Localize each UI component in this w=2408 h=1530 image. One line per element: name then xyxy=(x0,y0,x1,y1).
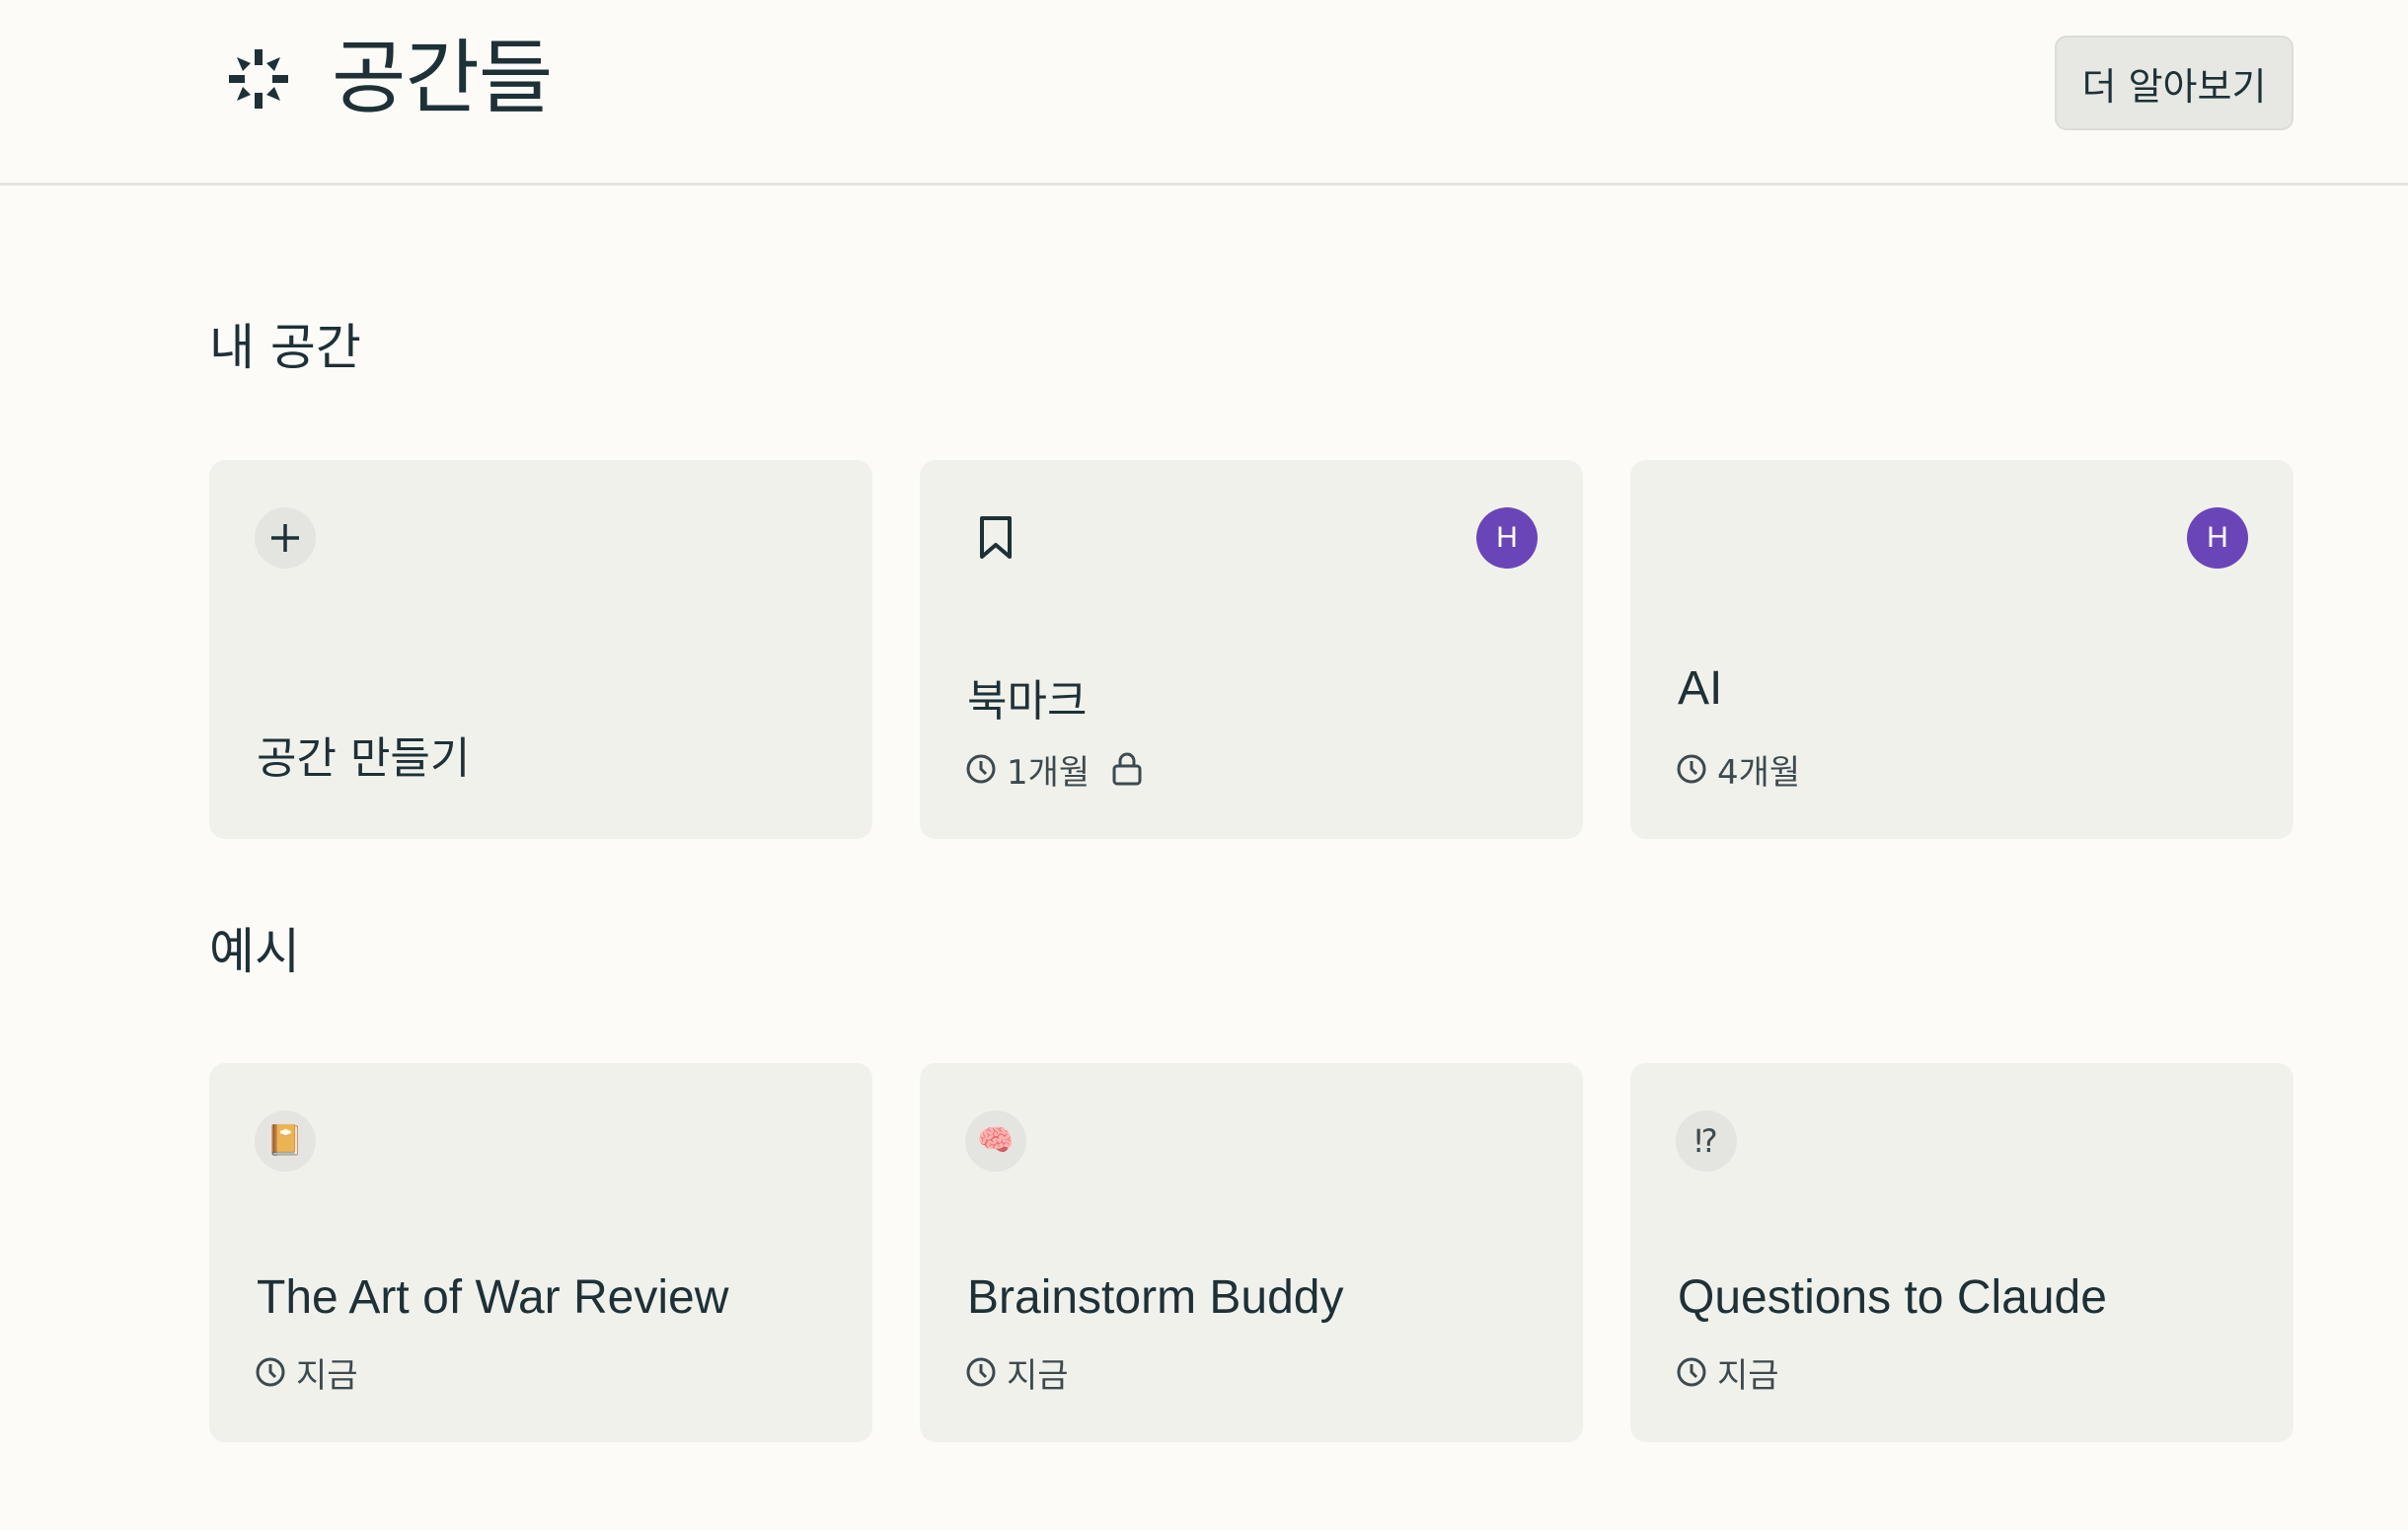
example-card-brainstorm-buddy[interactable]: 🧠 Brainstorm Buddy 지금 xyxy=(920,1063,1583,1442)
bookmark-icon xyxy=(965,507,1026,569)
book-emoji-icon: 📔 xyxy=(255,1110,316,1172)
brain-emoji: 🧠 xyxy=(977,1123,1015,1158)
create-space-card[interactable]: 공간 만들기 xyxy=(209,460,872,839)
space-meta: 4개월 xyxy=(1676,746,1801,793)
clock-icon xyxy=(256,1357,285,1387)
avatar[interactable]: H xyxy=(1476,507,1538,569)
book-emoji: 📔 xyxy=(266,1123,304,1158)
example-card-art-of-war[interactable]: 📔 The Art of War Review 지금 xyxy=(209,1063,872,1442)
section-title-my-spaces: 내 공간 xyxy=(209,319,361,376)
plus-icon xyxy=(255,507,316,569)
clock-icon xyxy=(966,1357,996,1387)
example-title: Questions to Claude xyxy=(1678,1271,2107,1324)
avatar[interactable]: H xyxy=(2187,507,2248,569)
brain-emoji-icon: 🧠 xyxy=(965,1110,1026,1172)
example-title: The Art of War Review xyxy=(257,1271,729,1324)
space-title: AI xyxy=(1678,662,1723,715)
sparkle-diamond-icon xyxy=(229,49,288,109)
learn-more-button[interactable]: 더 알아보기 xyxy=(2055,36,2294,130)
example-meta: 지금 xyxy=(965,1349,1069,1396)
page-title: 공간들 xyxy=(332,32,553,125)
clock-icon xyxy=(1677,754,1706,784)
clock-icon xyxy=(1677,1357,1706,1387)
space-updated-time: 1개월 xyxy=(1007,752,1091,793)
example-updated-time: 지금 xyxy=(1717,1355,1779,1396)
example-meta: 지금 xyxy=(1676,1349,1779,1396)
create-space-label: 공간 만들기 xyxy=(257,733,471,784)
section-title-examples: 예시 xyxy=(209,923,300,980)
space-title: 북마크 xyxy=(967,676,1088,727)
example-card-questions-to-claude[interactable]: ⁉ Questions to Claude 지금 xyxy=(1630,1063,2294,1442)
example-updated-time: 지금 xyxy=(296,1355,358,1396)
page-header: 공간들 더 알아보기 xyxy=(0,0,2408,186)
lock-icon xyxy=(1112,752,1142,786)
interrobang-glyph: ⁉ xyxy=(1694,1122,1718,1160)
space-updated-time: 4개월 xyxy=(1717,752,1801,793)
space-card-bookmarks[interactable]: H 북마크 1개월 xyxy=(920,460,1583,839)
brand: 공간들 xyxy=(223,30,553,128)
example-title: Brainstorm Buddy xyxy=(967,1271,1344,1324)
example-meta: 지금 xyxy=(255,1349,358,1396)
example-updated-time: 지금 xyxy=(1007,1355,1069,1396)
space-card-ai[interactable]: H AI 4개월 xyxy=(1630,460,2294,839)
space-meta: 1개월 xyxy=(965,746,1153,793)
interrobang-icon: ⁉ xyxy=(1676,1110,1737,1172)
clock-icon xyxy=(966,754,996,784)
